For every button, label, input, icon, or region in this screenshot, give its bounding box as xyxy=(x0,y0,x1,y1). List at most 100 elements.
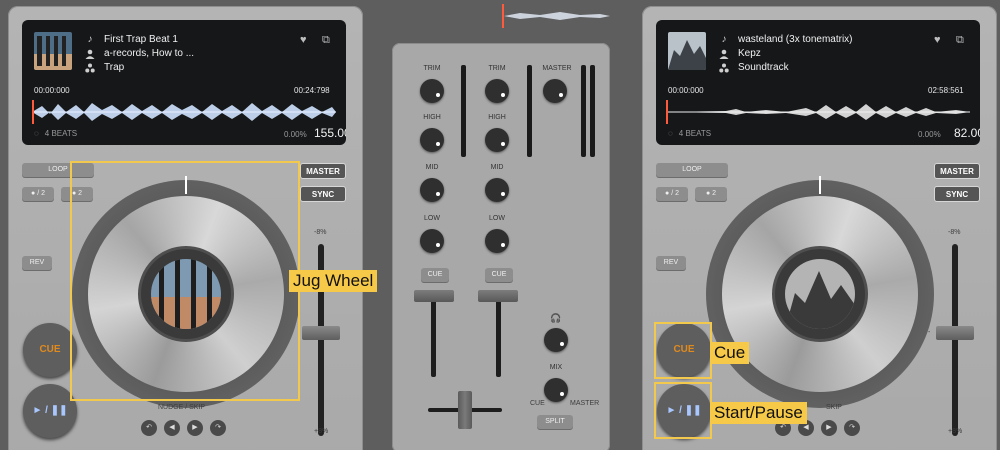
crossfader[interactable] xyxy=(458,391,472,429)
deck-a-beats-label: 4 BEATS xyxy=(44,129,78,138)
deck-b-waveform[interactable] xyxy=(666,100,970,124)
deck-a-skip-back-icon[interactable]: ◀ xyxy=(164,420,180,436)
cue-b-button[interactable]: CUE xyxy=(485,268,513,282)
heart-icon[interactable]: ♥ xyxy=(934,34,941,46)
deck-b-skip-forward-icon[interactable]: ▶ xyxy=(821,420,837,436)
deck-b-bpm: 82.00 xyxy=(954,126,980,140)
cue-a-button[interactable]: CUE xyxy=(421,268,449,282)
master-knob[interactable] xyxy=(543,79,567,103)
split-button[interactable]: SPLIT xyxy=(537,415,573,429)
high-a-knob[interactable] xyxy=(420,128,444,152)
channel-b-fader[interactable] xyxy=(478,290,518,302)
deck-b-loop-half-button[interactable]: ● / 2 xyxy=(656,187,688,201)
deck-b-loop-double-button[interactable]: ● 2 xyxy=(695,187,727,201)
trim-b-knob[interactable] xyxy=(485,79,509,103)
deck-a-beats[interactable]: ◌ 4 BEATS xyxy=(34,129,77,138)
deck-b-title-row: ♪ wasteland (3x tonematrix) xyxy=(718,34,853,45)
deck-b-jog-wheel[interactable] xyxy=(706,176,934,408)
trim-a-label: TRIM xyxy=(423,65,441,72)
mix-cue-label: CUE xyxy=(530,400,545,407)
deck-a-pitch-bottom-label: +8% xyxy=(314,428,329,435)
deck-a-play-pause-button[interactable]: ► / ❚❚ xyxy=(23,384,77,438)
low-b-knob[interactable] xyxy=(485,229,509,253)
start-pause-highlight xyxy=(654,382,712,439)
deck-a-skip-forward-icon[interactable]: ▶ xyxy=(187,420,203,436)
high-b-label: HIGH xyxy=(488,114,506,121)
music-note-icon: ♪ xyxy=(721,34,727,45)
deck-b-master-button[interactable]: MASTER xyxy=(934,163,980,179)
deck-a-pitch-slider[interactable] xyxy=(302,326,340,340)
deck-a-time-remaining: 00:24:798 xyxy=(294,86,330,95)
vu-meter-a xyxy=(461,65,466,157)
mix-label: MIX xyxy=(549,364,563,371)
trim-b-label: TRIM xyxy=(488,65,506,72)
deck-b-pitch-slider[interactable] xyxy=(936,326,974,340)
deck-b-beats-label: 4 BEATS xyxy=(678,129,712,138)
mid-b-knob[interactable] xyxy=(485,178,509,202)
channel-b-fader-track[interactable] xyxy=(496,295,501,377)
trim-a-knob[interactable] xyxy=(420,79,444,103)
deck-b-artist-row: Kepz xyxy=(718,48,761,59)
deck-a-nudge-back-icon[interactable]: ↶ xyxy=(141,420,157,436)
deck-a-sync-button[interactable]: SYNC xyxy=(300,186,346,202)
overview-waveform xyxy=(500,3,612,29)
low-a-knob[interactable] xyxy=(420,229,444,253)
start-pause-annotation: Start/Pause xyxy=(710,402,807,424)
deck-a-nudge-forward-icon[interactable]: ↷ xyxy=(210,420,226,436)
deck-b-genre-row: Soundtrack xyxy=(718,62,789,73)
deck-b-genre: Soundtrack xyxy=(738,62,789,73)
mid-a-knob[interactable] xyxy=(420,178,444,202)
high-b-knob[interactable] xyxy=(485,128,509,152)
deck-b-artist: Kepz xyxy=(738,48,761,59)
cue-mix-knob[interactable] xyxy=(544,378,568,402)
genre-icon xyxy=(718,62,730,73)
deck-a-artist: a-records, How to ... xyxy=(104,48,195,59)
deck-a-loop-half-button[interactable]: ● / 2 xyxy=(22,187,54,201)
deck-b-nudge-skip-label: SKIP xyxy=(826,404,842,411)
headphones-volume-knob[interactable] xyxy=(544,328,568,352)
deck-a-nudge-skip-label: NUDGE / SKIP xyxy=(158,404,206,411)
channel-a-fader[interactable] xyxy=(414,290,454,302)
jog-wheel-highlight xyxy=(70,161,300,401)
heart-icon[interactable]: ♥ xyxy=(300,34,307,46)
mid-a-label: MID xyxy=(425,164,439,171)
deck-a-cue-button[interactable]: CUE xyxy=(23,323,77,377)
deck-a-master-button[interactable]: MASTER xyxy=(300,163,346,179)
cue-highlight xyxy=(654,322,712,379)
deck-b-sync-button[interactable]: SYNC xyxy=(934,186,980,202)
person-icon xyxy=(84,48,96,59)
external-link-icon[interactable]: ⧉ xyxy=(322,34,330,47)
deck-b-time-elapsed: 00:00:000 xyxy=(668,86,704,95)
mid-b-label: MID xyxy=(490,164,504,171)
headphones-icon: 🎧 xyxy=(550,313,562,323)
low-a-label: LOW xyxy=(424,215,440,222)
master-label: MASTER xyxy=(542,65,572,72)
low-b-label: LOW xyxy=(489,215,505,222)
deck-b-jog-art xyxy=(785,259,855,329)
deck-a-pitch-percent: 0.00% xyxy=(284,130,307,139)
deck-b-loop-button[interactable]: LOOP xyxy=(656,163,728,177)
deck-b-pitch-percent: 0.00% xyxy=(918,130,941,139)
vu-meter-b xyxy=(527,65,532,157)
deck-a-genre-row: Trap xyxy=(84,62,124,73)
deck-b-title: wasteland (3x tonematrix) xyxy=(738,34,853,45)
deck-a-reverse-button[interactable]: REV xyxy=(22,256,52,270)
channel-a-fader-track[interactable] xyxy=(431,295,436,377)
deck-b-time-remaining: 02:58:561 xyxy=(928,86,964,95)
deck-a-bpm: 155.00 xyxy=(314,126,346,140)
loop-icon: ◌ xyxy=(34,129,39,138)
deck-b-nudge-forward-icon[interactable]: ↷ xyxy=(844,420,860,436)
deck-b-pitch-track[interactable] xyxy=(952,244,958,436)
deck-b-album-art xyxy=(668,32,706,70)
vu-meter-master-right xyxy=(590,65,595,157)
deck-b-pitch-center-mark: - xyxy=(928,329,931,336)
deck-a-waveform[interactable] xyxy=(32,100,336,124)
deck-a-display: ♪ First Trap Beat 1 a-records, How to ..… xyxy=(22,20,346,145)
deck-b-display: ♪ wasteland (3x tonematrix) Kepz Soundtr… xyxy=(656,20,980,145)
external-link-icon[interactable]: ⧉ xyxy=(956,34,964,47)
deck-b-beats[interactable]: ◌ 4 BEATS xyxy=(668,129,711,138)
vu-meter-master-left xyxy=(581,65,586,157)
deck-a-pitch-top-label: -8% xyxy=(314,229,327,236)
deck-b-reverse-button[interactable]: REV xyxy=(656,256,686,270)
loop-icon: ◌ xyxy=(668,129,673,138)
